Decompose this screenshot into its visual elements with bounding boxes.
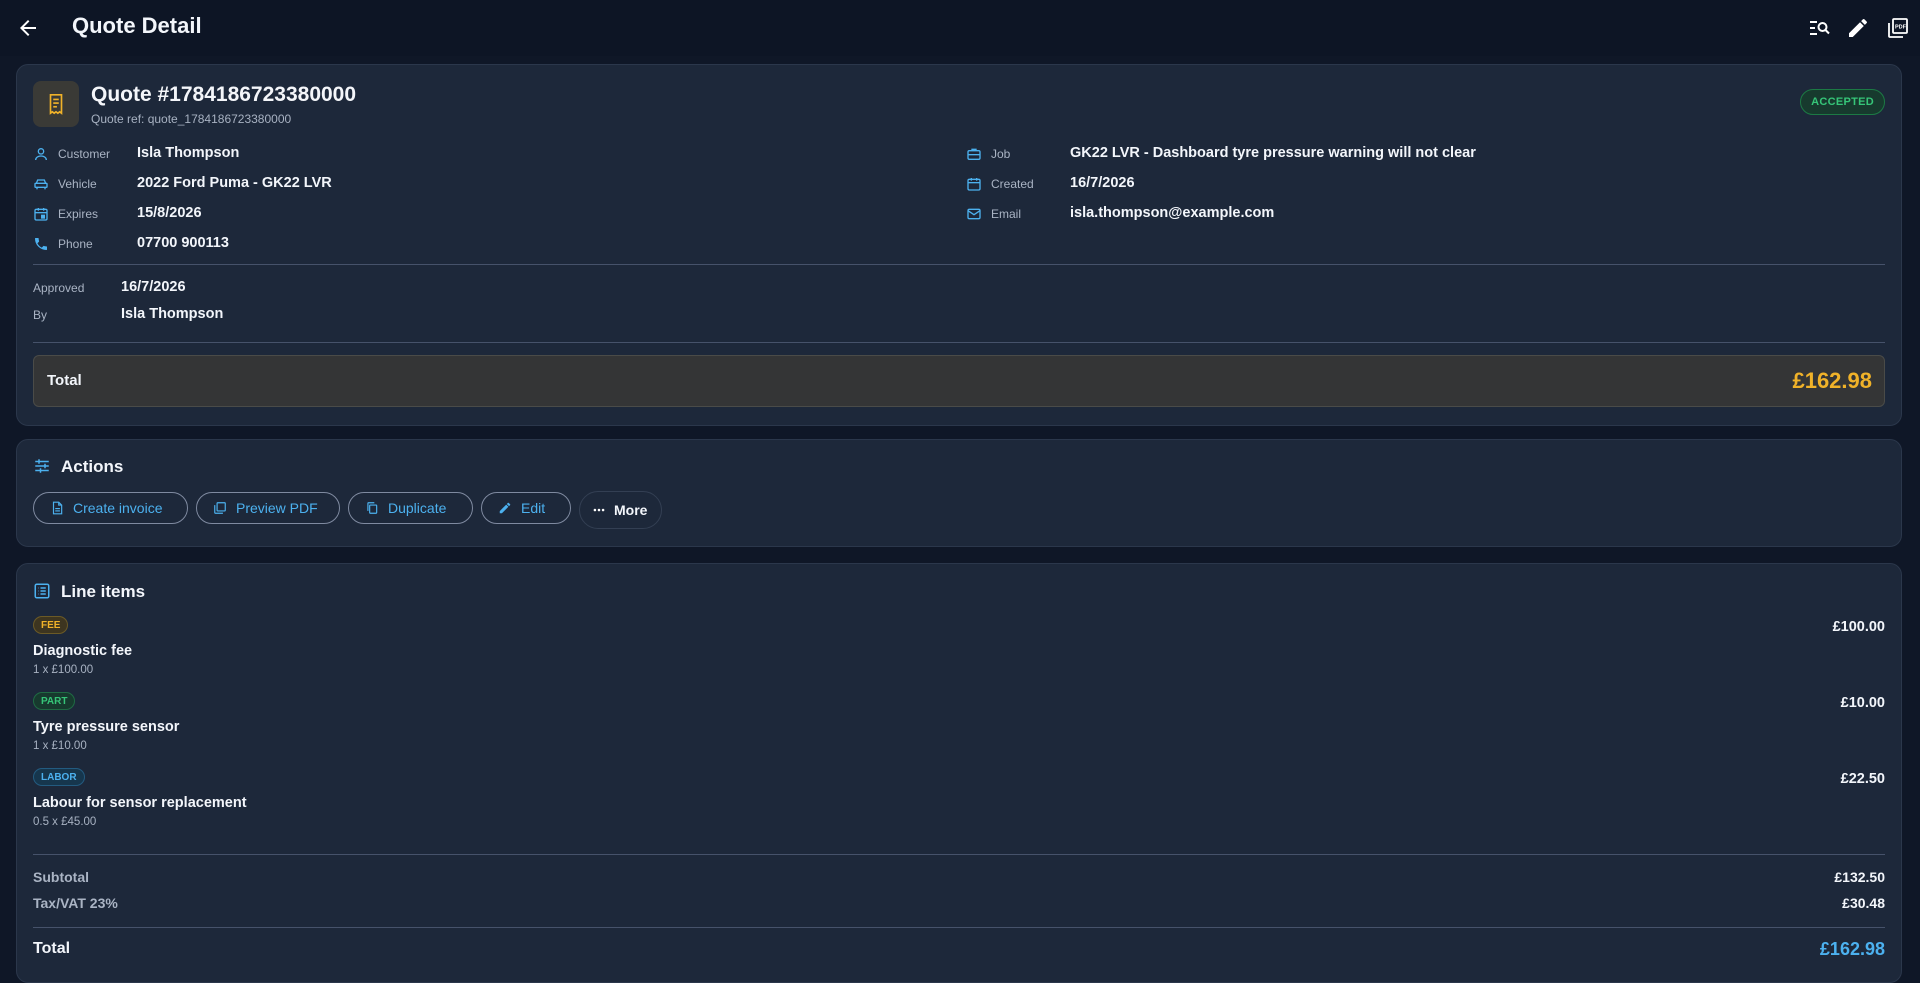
item-name: Labour for sensor replacement	[33, 795, 247, 811]
line-items-title: Line items	[61, 582, 146, 601]
expires-value: 15/8/2026	[137, 205, 202, 221]
item-amount: £22.50	[1840, 771, 1885, 787]
pdf-icon	[214, 502, 226, 514]
approved-label: Approved	[33, 281, 85, 295]
item-amount: £10.00	[1840, 695, 1885, 711]
mail-icon	[967, 208, 981, 220]
edit-label: Edit	[521, 500, 546, 516]
total-box: Total £162.98	[33, 355, 1885, 407]
item-quantity: 1 x £100.00	[33, 664, 94, 676]
svg-text:PDF: PDF	[1895, 25, 1907, 31]
create-invoice-label: Create invoice	[73, 500, 163, 516]
field-label: Email	[991, 207, 1022, 221]
tax-value: £30.48	[1842, 895, 1885, 911]
line-item: FEE Diagnostic fee 1 x £100.00 £100.00	[33, 616, 1885, 684]
phone-icon	[35, 238, 47, 250]
item-amount: £100.00	[1832, 619, 1885, 635]
approved-by-value: Isla Thompson	[121, 306, 224, 322]
vehicle-value: 2022 Ford Puma - GK22 LVR	[137, 175, 332, 191]
copy-icon	[367, 502, 378, 514]
receipt-icon	[33, 81, 79, 127]
pdf-icon[interactable]: PDF	[1886, 16, 1910, 40]
quote-summary-card: Quote #1784186723380000 Quote ref: quote…	[16, 64, 1902, 426]
field-label: Expires	[58, 207, 99, 221]
tune-icon	[35, 459, 49, 473]
approved-by-label: By	[33, 308, 48, 322]
field-label: Customer	[58, 147, 111, 161]
customer-value: Isla Thompson	[137, 145, 240, 161]
actions-title: Actions	[61, 457, 124, 476]
item-type-badge: LABOR	[33, 768, 85, 786]
more-label: More	[614, 502, 648, 518]
created-value: 16/7/2026	[1070, 175, 1135, 191]
job-value[interactable]: GK22 LVR - Dashboard tyre pressure warni…	[1070, 145, 1476, 161]
duplicate-button[interactable]: Duplicate	[348, 492, 473, 524]
line-item: PART Tyre pressure sensor 1 x £10.00 £10…	[33, 692, 1885, 760]
item-quantity: 0.5 x £45.00	[33, 816, 97, 828]
field-label: Vehicle	[58, 177, 97, 191]
duplicate-label: Duplicate	[388, 500, 447, 516]
item-type-badge: FEE	[33, 616, 69, 634]
grand-total-label: Total	[33, 940, 71, 957]
phone-value: 07700 900113	[137, 235, 229, 251]
job-field: Job GK22 LVR - Dashboard tyre pressure w…	[966, 144, 1866, 164]
pencil-icon	[499, 502, 511, 514]
person-icon	[35, 148, 47, 161]
create-invoice-button[interactable]: Create invoice	[33, 492, 188, 524]
more-horizontal-icon	[593, 508, 605, 512]
approved-value: 16/7/2026	[121, 279, 186, 295]
item-name: Tyre pressure sensor	[33, 719, 180, 735]
list-alt-icon	[34, 583, 50, 599]
phone-field: Phone 07700 900113	[33, 234, 733, 254]
customer-field: Customer Isla Thompson	[33, 144, 733, 164]
subtotal-label: Subtotal	[33, 869, 89, 885]
expires-field: Expires 15/8/2026	[33, 204, 733, 224]
app-bar: Quote Detail PDF	[0, 0, 1920, 56]
status-badge: ACCEPTED	[1800, 89, 1885, 115]
briefcase-icon	[967, 148, 981, 160]
back-arrow-icon[interactable]	[16, 16, 40, 40]
email-field: Email isla.thompson@example.com	[966, 204, 1866, 224]
total-label: Total	[47, 372, 82, 389]
subtotal-value: £132.50	[1834, 869, 1885, 885]
preview-pdf-label: Preview PDF	[236, 500, 318, 516]
vehicle-field: Vehicle 2022 Ford Puma - GK22 LVR	[33, 174, 733, 194]
edit-button[interactable]: Edit	[481, 492, 571, 524]
divider	[33, 854, 1885, 855]
calendar-event-icon	[34, 208, 48, 221]
total-value: £162.98	[1792, 368, 1872, 393]
line-item: LABOR Labour for sensor replacement 0.5 …	[33, 768, 1885, 836]
grand-total-value: £162.98	[1819, 939, 1885, 959]
file-icon	[52, 501, 63, 515]
created-field: Created 16/7/2026	[966, 174, 1866, 194]
item-type-badge: PART	[33, 692, 76, 710]
edit-icon[interactable]	[1846, 16, 1870, 40]
car-icon	[34, 179, 48, 190]
item-quantity: 1 x £10.00	[33, 740, 87, 752]
tax-label: Tax/VAT 23%	[33, 895, 118, 911]
divider	[33, 342, 1885, 343]
field-label: Phone	[58, 237, 93, 251]
line-items-card: Line items FEE Diagnostic fee 1 x £100.0…	[16, 563, 1902, 983]
preview-pdf-button[interactable]: Preview PDF	[196, 492, 340, 524]
actions-card: Actions Create invoice Preview PDF Dupli…	[16, 439, 1902, 547]
divider	[33, 264, 1885, 265]
item-name: Diagnostic fee	[33, 643, 133, 659]
quote-ref: Quote ref: quote_1784186723380000	[91, 112, 292, 126]
field-label: Created	[991, 177, 1034, 191]
divider	[33, 927, 1885, 928]
calendar-icon	[967, 178, 981, 191]
search-list-icon[interactable]	[1807, 16, 1831, 40]
page-title: Quote Detail	[72, 13, 202, 38]
quote-title: Quote #1784186723380000	[91, 83, 357, 106]
more-button[interactable]: More	[579, 491, 662, 529]
field-label: Job	[991, 147, 1011, 161]
email-value[interactable]: isla.thompson@example.com	[1070, 205, 1274, 221]
